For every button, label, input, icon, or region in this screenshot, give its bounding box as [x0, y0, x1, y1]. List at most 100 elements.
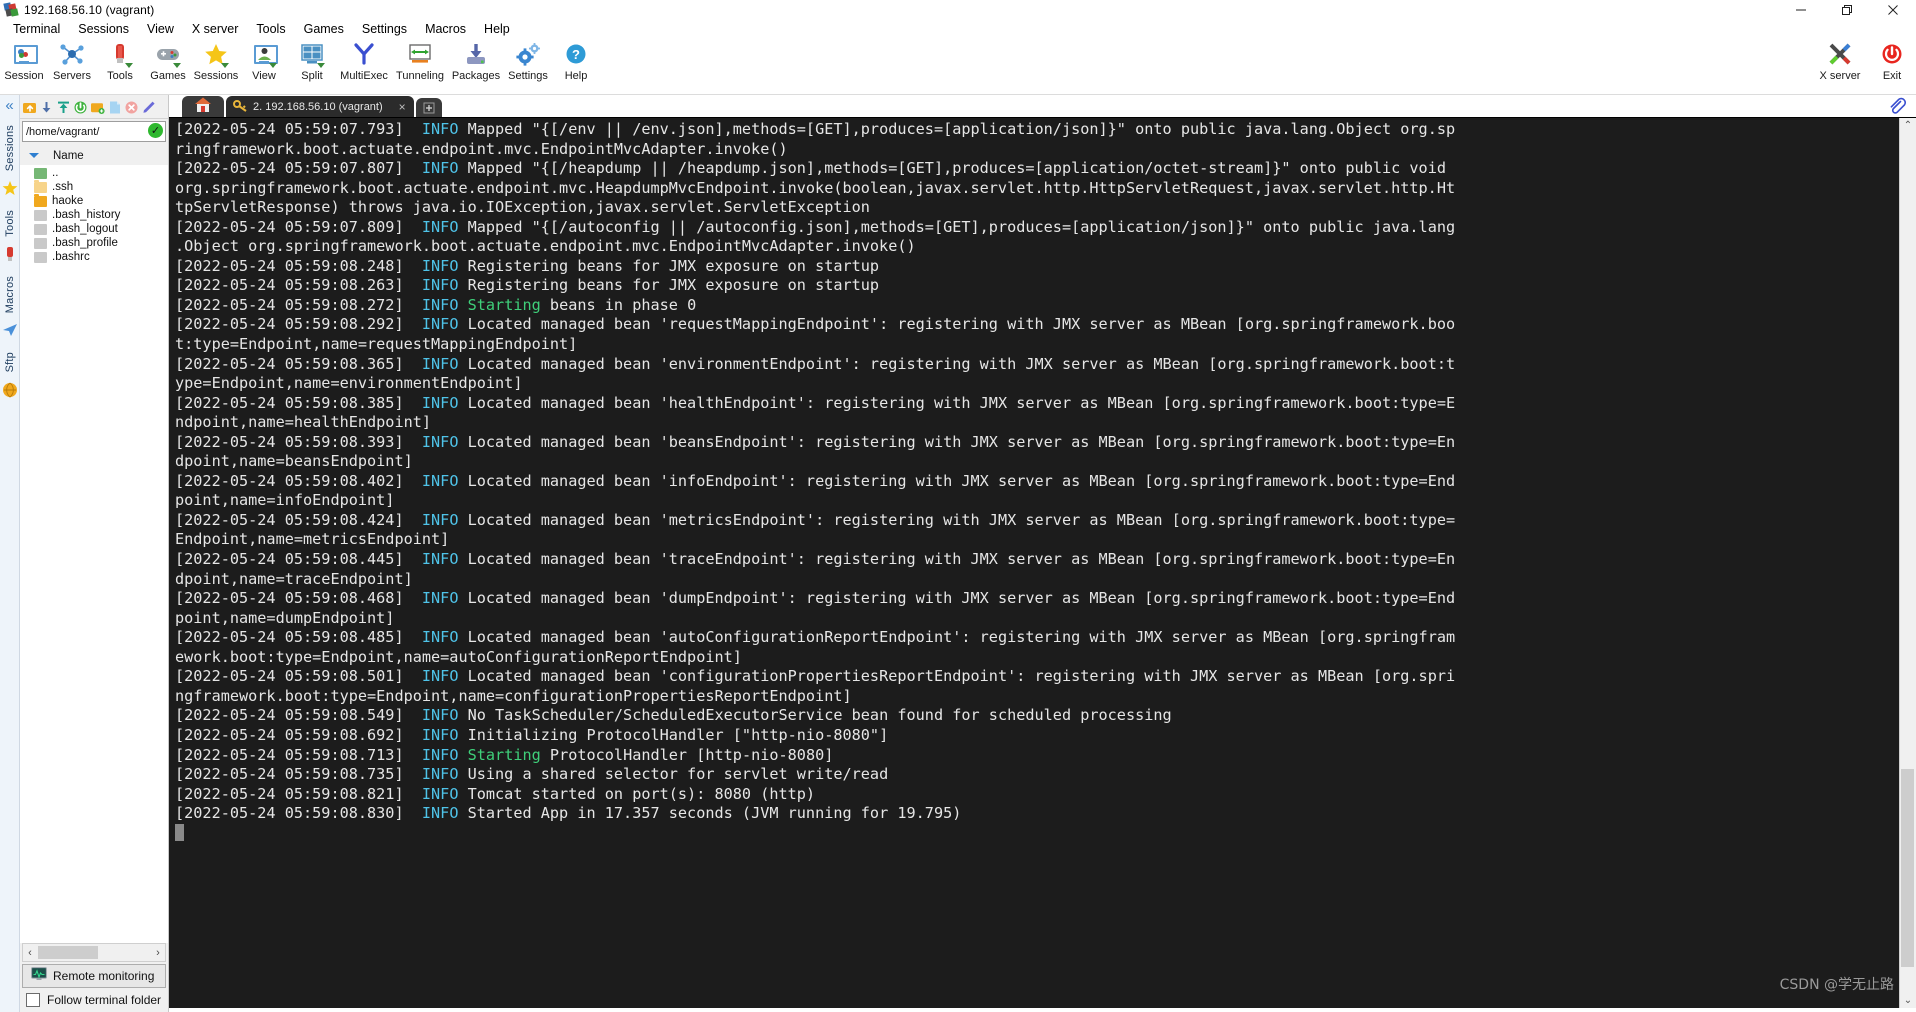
- key-icon: [233, 99, 247, 115]
- toolbar-button-packages[interactable]: Packages: [448, 39, 504, 82]
- sidebar-tab-macros[interactable]: Macros: [4, 269, 16, 320]
- globe-icon: [2, 382, 18, 398]
- sftp-bottom-controls: ‹ › Remote monitoring Follow terminal fo…: [20, 943, 168, 1012]
- tab-close-icon[interactable]: ×: [399, 100, 406, 114]
- toolbar-button-exit[interactable]: Exit: [1868, 39, 1916, 82]
- terminal-line: [2022-05-24 05:59:08.549] INFO No TaskSc…: [175, 706, 1899, 726]
- menu-item-tools[interactable]: Tools: [247, 20, 294, 39]
- toolbar-button-view[interactable]: View: [240, 39, 288, 82]
- terminal-token: [2022-05-24 05:59:08.735]: [175, 765, 422, 784]
- terminal-token: [2022-05-24 05:59:08.830]: [175, 804, 422, 823]
- toolbar-button-tools[interactable]: Tools: [96, 39, 144, 82]
- minimize-button[interactable]: [1778, 0, 1824, 20]
- toolbar-button-xserver[interactable]: X server: [1812, 39, 1868, 82]
- toolbar-button-games[interactable]: Games: [144, 39, 192, 82]
- menu-item-macros[interactable]: Macros: [416, 20, 475, 39]
- terminal-token-info: INFO: [421, 276, 459, 295]
- toolbar-label-exit: Exit: [1882, 70, 1902, 82]
- terminal-output[interactable]: [2022-05-24 05:59:07.793] INFO Mapped "{…: [169, 118, 1899, 1008]
- delete-icon[interactable]: [124, 100, 139, 115]
- toolbar-button-session[interactable]: Session: [0, 39, 48, 82]
- toolbar-button-split[interactable]: Split: [288, 39, 336, 82]
- toolbar-button-settings[interactable]: Settings: [504, 39, 552, 82]
- terminal-line: [2022-05-24 05:59:08.821] INFO Tomcat st…: [175, 785, 1899, 805]
- terminal-token: [2022-05-24 05:59:08.468]: [175, 589, 422, 608]
- sidebar-tab-sftp[interactable]: Sftp: [4, 345, 16, 379]
- sftp-path-bar[interactable]: /home/vagrant/ ✓: [22, 121, 166, 142]
- download-icon[interactable]: [39, 100, 54, 115]
- menu-item-settings[interactable]: Settings: [353, 20, 416, 39]
- upload-icon[interactable]: [56, 100, 71, 115]
- terminal-token: [2022-05-24 05:59:08.821]: [175, 784, 422, 803]
- maximize-button[interactable]: [1824, 0, 1870, 20]
- toolbar-button-servers[interactable]: Servers: [48, 39, 96, 82]
- terminal-token: ngframework.boot:type=Endpoint,name=conf…: [175, 686, 852, 705]
- remote-monitoring-button[interactable]: Remote monitoring: [22, 964, 166, 988]
- terminal-line: [2022-05-24 05:59:08.263] INFO Registeri…: [175, 276, 1899, 296]
- terminal-token-info: INFO: [421, 765, 459, 784]
- scrollbar-track[interactable]: [1900, 133, 1916, 993]
- sftp-path-value: /home/vagrant/: [26, 125, 100, 138]
- refresh-icon[interactable]: [73, 100, 88, 115]
- terminal-token: [2022-05-24 05:59:08.485]: [175, 628, 422, 647]
- sidebar-tab-tools[interactable]: Tools: [4, 203, 16, 244]
- menu-item-help[interactable]: Help: [475, 20, 519, 39]
- scroll-up-arrow-icon[interactable]: ⌃: [1904, 118, 1912, 133]
- sidebar-tab-sessions[interactable]: Sessions: [4, 118, 16, 178]
- toolbar-label-sessions: Sessions: [193, 70, 239, 82]
- terminal-token-info: INFO: [421, 256, 459, 275]
- toolbar-button-sessions[interactable]: Sessions: [192, 39, 240, 82]
- list-item[interactable]: .bash_profile: [20, 236, 168, 250]
- list-item[interactable]: haoke: [20, 193, 168, 208]
- list-item[interactable]: .bash_history: [20, 208, 168, 222]
- exit-power-icon: [1878, 42, 1906, 69]
- terminal-token-kw: Starting: [467, 745, 541, 764]
- toolbar-button-help[interactable]: ? Help: [552, 39, 600, 82]
- scrollbar-track[interactable]: [98, 946, 151, 959]
- terminal-line: [2022-05-24 05:59:08.248] INFO Registeri…: [175, 257, 1899, 277]
- scrollbar-thumb[interactable]: [38, 946, 98, 959]
- edit-icon[interactable]: [141, 100, 156, 115]
- menu-item-games[interactable]: Games: [295, 20, 353, 39]
- terminal-line: [2022-05-24 05:59:08.424] INFO Located m…: [175, 511, 1899, 531]
- list-item[interactable]: .ssh: [20, 179, 168, 194]
- scroll-left-arrow-icon[interactable]: ‹: [23, 947, 37, 959]
- go-up-folder-icon[interactable]: [22, 100, 37, 115]
- menu-item-terminal[interactable]: Terminal: [4, 20, 69, 39]
- list-item[interactable]: .bashrc: [20, 250, 168, 264]
- sftp-column-header[interactable]: Name: [20, 146, 168, 165]
- terminal-token: Using a shared selector for servlet writ…: [458, 765, 889, 784]
- toolbar-button-multiexec[interactable]: MultiExec: [336, 39, 392, 82]
- new-tab-button[interactable]: [415, 98, 442, 117]
- close-button[interactable]: [1870, 0, 1916, 20]
- tab-session-1[interactable]: 2. 192.168.56.10 (vagrant) ×: [226, 96, 414, 117]
- menu-item-sessions[interactable]: Sessions: [69, 20, 138, 39]
- split-panes-icon: [298, 42, 326, 69]
- help-question-icon: ?: [562, 42, 590, 69]
- list-item[interactable]: .bash_logout: [20, 222, 168, 236]
- tab-home[interactable]: [182, 96, 224, 117]
- scroll-right-arrow-icon[interactable]: ›: [151, 947, 165, 959]
- terminal-token: Endpoint,name=metricsEndpoint]: [175, 530, 450, 549]
- scrollbar-thumb[interactable]: [1901, 769, 1914, 968]
- new-file-icon[interactable]: [107, 100, 122, 115]
- collapse-sidebar-icon[interactable]: «: [5, 97, 13, 114]
- terminal-line: t:type=Endpoint,name=requestMappingEndpo…: [175, 335, 1899, 355]
- terminal-scrollbar[interactable]: ⌃ ⌄: [1899, 118, 1916, 1008]
- terminal-line: [2022-05-24 05:59:08.402] INFO Located m…: [175, 472, 1899, 492]
- terminal-line: org.springframework.boot.actuate.endpoin…: [175, 179, 1899, 199]
- remote-monitoring-label: Remote monitoring: [53, 969, 155, 983]
- toolbar-button-tunneling[interactable]: Tunneling: [392, 39, 448, 82]
- terminal-line: [2022-05-24 05:59:08.385] INFO Located m…: [175, 394, 1899, 414]
- follow-terminal-folder-row[interactable]: Follow terminal folder: [20, 988, 168, 1012]
- scroll-down-arrow-icon[interactable]: ⌄: [1904, 993, 1912, 1008]
- new-folder-icon[interactable]: [90, 100, 105, 115]
- sftp-horizontal-scrollbar[interactable]: ‹ ›: [22, 943, 166, 962]
- menu-item-x-server[interactable]: X server: [183, 20, 248, 39]
- menu-item-view[interactable]: View: [138, 20, 183, 39]
- paperclip-icon[interactable]: [1888, 97, 1906, 115]
- terminal-line: [2022-05-24 05:59:08.393] INFO Located m…: [175, 433, 1899, 453]
- sftp-file-list[interactable]: .. .ssh haoke .bash_history .bash_logout: [20, 165, 168, 943]
- follow-terminal-folder-checkbox[interactable]: [26, 993, 40, 1007]
- list-item[interactable]: ..: [20, 166, 168, 180]
